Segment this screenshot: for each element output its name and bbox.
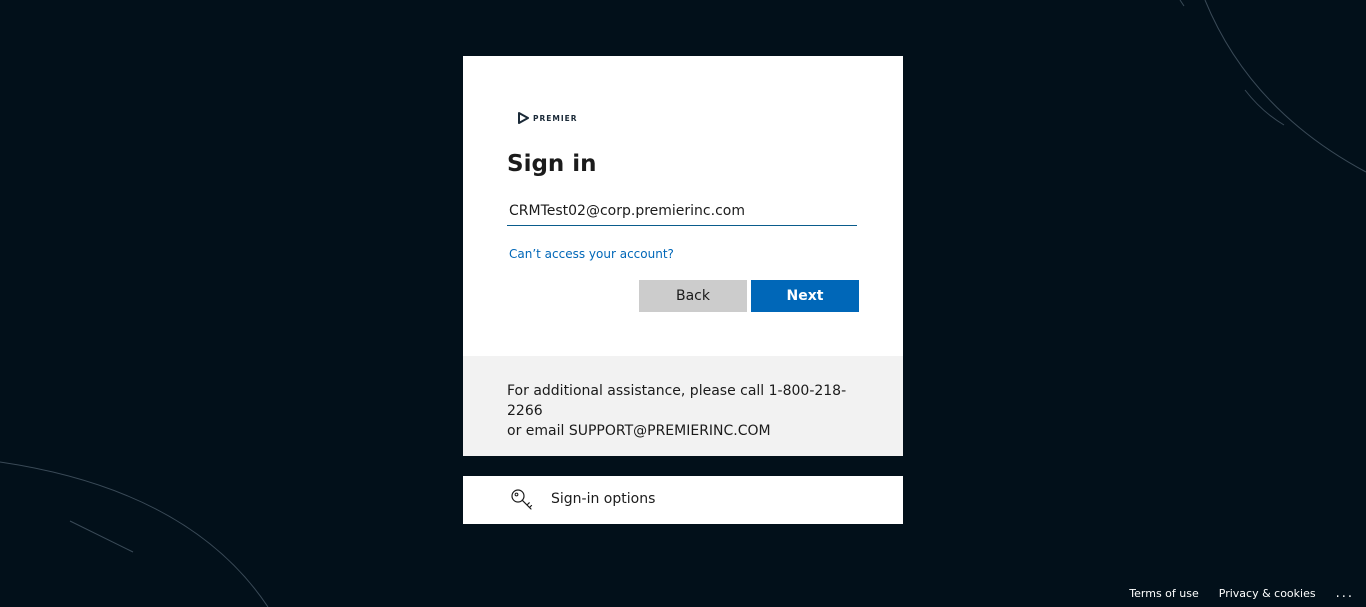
assistance-panel: For additional assistance, please call 1… xyxy=(463,356,903,456)
assistance-line-1: For additional assistance, please call 1… xyxy=(507,383,847,419)
back-button[interactable]: Back xyxy=(639,280,747,312)
logo-text: PREMIER xyxy=(533,113,578,123)
premier-logo: PREMIER xyxy=(517,111,578,125)
email-field[interactable] xyxy=(507,196,857,226)
next-button[interactable]: Next xyxy=(751,280,859,312)
sign-in-page: PREMIER Sign in Can’t access your accoun… xyxy=(0,0,1366,607)
cant-access-account-link[interactable]: Can’t access your account? xyxy=(509,247,674,261)
page-title: Sign in xyxy=(507,151,597,177)
footer: Terms of use Privacy & cookies ... xyxy=(1129,586,1366,601)
assistance-text: For additional assistance, please call 1… xyxy=(507,381,877,441)
sign-in-options-label: Sign-in options xyxy=(551,491,656,507)
assistance-line-2: or email SUPPORT@PREMIERINC.COM xyxy=(507,423,771,439)
privacy-cookies-link[interactable]: Privacy & cookies xyxy=(1219,587,1316,600)
terms-of-use-link[interactable]: Terms of use xyxy=(1129,587,1198,600)
key-icon xyxy=(511,489,533,510)
premier-logo-icon xyxy=(518,112,529,124)
more-options-icon[interactable]: ... xyxy=(1336,586,1354,601)
sign-in-card: PREMIER Sign in Can’t access your accoun… xyxy=(463,56,903,356)
sign-in-options-button[interactable]: Sign-in options xyxy=(463,476,903,524)
